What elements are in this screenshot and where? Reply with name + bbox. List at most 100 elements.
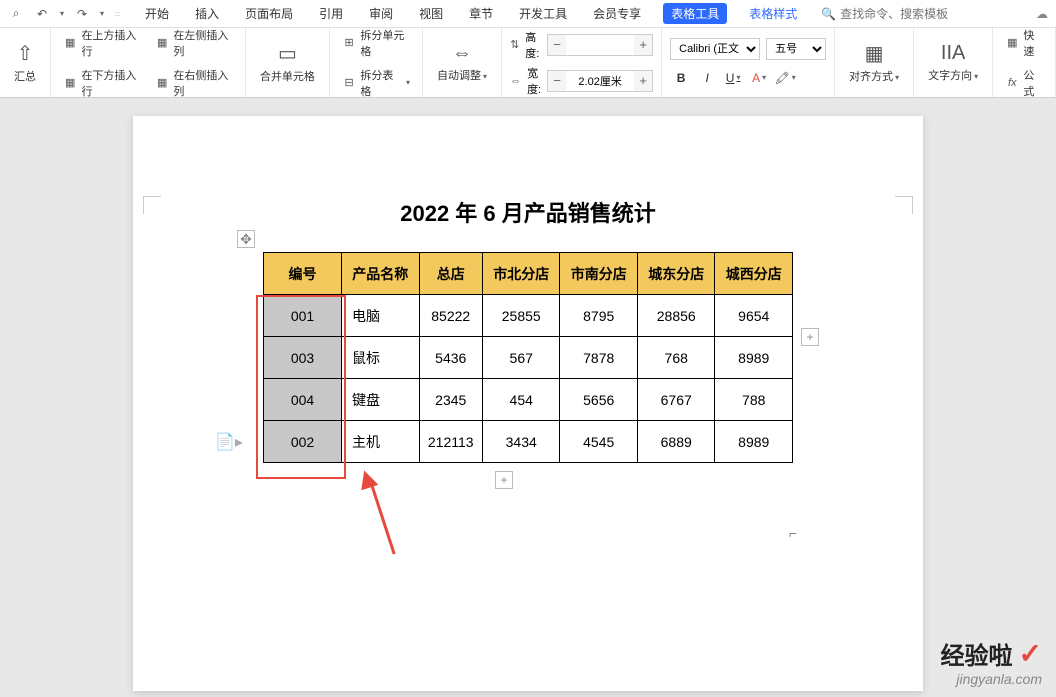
split-table-button[interactable]: ⊟拆分表格▾ xyxy=(338,65,414,101)
table-cell[interactable]: 28856 xyxy=(637,295,715,337)
tab-dev-tools[interactable]: 开发工具 xyxy=(515,3,571,24)
align-button[interactable]: ▦ 对齐方式▾ xyxy=(843,39,905,86)
th-id[interactable]: 编号 xyxy=(264,253,342,295)
add-row-button[interactable]: + xyxy=(801,328,819,346)
table-cell[interactable]: 567 xyxy=(482,337,560,379)
table-cell[interactable]: 004 xyxy=(264,379,342,421)
table-cell[interactable]: 85222 xyxy=(419,295,482,337)
table-cell[interactable]: 001 xyxy=(264,295,342,337)
find-icon[interactable]: ⌕ xyxy=(8,6,24,22)
document-title: 2022 年 6 月产品销售统计 xyxy=(133,196,923,228)
th-south[interactable]: 市南分店 xyxy=(560,253,638,295)
table-cell[interactable]: 电脑 xyxy=(342,295,420,337)
table-cell[interactable]: 4545 xyxy=(560,421,638,463)
col-left-icon: ▦ xyxy=(155,35,169,51)
table-cell[interactable]: 鼠标 xyxy=(342,337,420,379)
width-input[interactable] xyxy=(570,75,630,87)
th-north[interactable]: 市北分店 xyxy=(482,253,560,295)
font-name-select[interactable]: Calibri (正文) xyxy=(670,38,760,60)
table-header-row: 编号 产品名称 总店 市北分店 市南分店 城东分店 城西分店 xyxy=(264,253,793,295)
table-cell[interactable]: 键盘 xyxy=(342,379,420,421)
italic-button[interactable]: I xyxy=(696,68,718,88)
undo-icon[interactable]: ↶ xyxy=(34,6,50,22)
table-cell[interactable]: 788 xyxy=(715,379,793,421)
tab-table-tools[interactable]: 表格工具 xyxy=(663,3,727,24)
tab-references[interactable]: 引用 xyxy=(315,3,347,24)
width-increase[interactable]: + xyxy=(634,71,652,91)
tab-member[interactable]: 会员专享 xyxy=(589,3,645,24)
autofit-icon: ⇔ xyxy=(452,42,472,65)
tab-table-style[interactable]: 表格样式 xyxy=(745,3,801,24)
merge-cells-button[interactable]: ▭ 合并单元格 xyxy=(254,39,321,86)
summary-button[interactable]: ⇧ 汇总 xyxy=(8,39,42,86)
table-move-handle[interactable]: ✥ xyxy=(237,230,255,248)
height-input[interactable] xyxy=(570,39,630,51)
table-cell[interactable]: 8795 xyxy=(560,295,638,337)
table-cell[interactable]: 212113 xyxy=(419,421,482,463)
width-icon: ⇔ xyxy=(510,75,521,87)
table-cell[interactable]: 2345 xyxy=(419,379,482,421)
table-cell[interactable]: 5436 xyxy=(419,337,482,379)
table-cell[interactable]: 003 xyxy=(264,337,342,379)
text-dir-icon: IIA xyxy=(941,42,965,65)
data-table[interactable]: 编号 产品名称 总店 市北分店 市南分店 城东分店 城西分店 001电脑8522… xyxy=(263,252,793,463)
th-name[interactable]: 产品名称 xyxy=(342,253,420,295)
font-size-select[interactable]: 五号 xyxy=(766,38,826,60)
tab-start[interactable]: 开始 xyxy=(141,3,173,24)
add-col-button[interactable]: + xyxy=(495,471,513,489)
auto-fit-button[interactable]: ⇔ 自动调整▾ xyxy=(431,40,493,85)
search-input[interactable] xyxy=(840,7,960,21)
text-direction-button[interactable]: IIA 文字方向▾ xyxy=(922,40,984,85)
merge-label: 合并单元格 xyxy=(260,68,315,84)
table-cell[interactable]: 7878 xyxy=(560,337,638,379)
th-main[interactable]: 总店 xyxy=(419,253,482,295)
table-row: 002主机2121133434454568898989 xyxy=(264,421,793,463)
table-cell[interactable]: 9654 xyxy=(715,295,793,337)
height-decrease[interactable]: − xyxy=(548,35,566,55)
formula-button[interactable]: fx公式 xyxy=(1001,65,1047,101)
table-cell[interactable]: 6767 xyxy=(637,379,715,421)
highlight-button[interactable]: 🖍▾ xyxy=(774,68,796,88)
tab-review[interactable]: 审阅 xyxy=(365,3,397,24)
table-cell[interactable]: 3434 xyxy=(482,421,560,463)
quick-calc-button[interactable]: ▦快速 xyxy=(1001,25,1047,61)
watermark-text: 经验啦 xyxy=(941,636,1013,671)
height-increase[interactable]: + xyxy=(634,35,652,55)
row-above-icon: ▦ xyxy=(63,35,77,51)
table-cell[interactable]: 5656 xyxy=(560,379,638,421)
split-cells-button[interactable]: ⊞拆分单元格 xyxy=(338,25,414,61)
table-cell[interactable]: 25855 xyxy=(482,295,560,337)
table-cell[interactable]: 768 xyxy=(637,337,715,379)
table-resize-handle[interactable]: ⌐ xyxy=(789,525,803,539)
table-cell[interactable]: 002 xyxy=(264,421,342,463)
table-row: 003鼠标543656778787688989 xyxy=(264,337,793,379)
height-label: 高度: xyxy=(525,29,541,61)
th-east[interactable]: 城东分店 xyxy=(637,253,715,295)
table-cell[interactable]: 8989 xyxy=(715,421,793,463)
tab-chapter[interactable]: 章节 xyxy=(465,3,497,24)
search-box[interactable]: 🔍 xyxy=(821,7,960,21)
table-cell[interactable]: 6889 xyxy=(637,421,715,463)
redo-icon[interactable]: ↷ xyxy=(74,6,90,22)
table-cell[interactable]: 主机 xyxy=(342,421,420,463)
underline-button[interactable]: U▾ xyxy=(722,68,744,88)
width-label: 宽度: xyxy=(527,65,541,97)
page: 2022 年 6 月产品销售统计 ✥ 📄▸ 编号 产品名称 总店 市北分店 市南… xyxy=(133,116,923,691)
insert-col-right-button[interactable]: ▦在右侧插入列 xyxy=(151,65,237,101)
table-cell[interactable]: 8989 xyxy=(715,337,793,379)
font-color-button[interactable]: A▾ xyxy=(748,68,770,88)
insert-col-left-button[interactable]: ▦在左侧插入列 xyxy=(151,25,237,61)
merge-icon: ▭ xyxy=(278,41,297,66)
tab-page-layout[interactable]: 页面布局 xyxy=(241,3,297,24)
tab-view[interactable]: 视图 xyxy=(415,3,447,24)
page-side-icon[interactable]: 📄▸ xyxy=(215,432,243,452)
insert-row-above-button[interactable]: ▦在上方插入行 xyxy=(59,25,145,61)
th-west[interactable]: 城西分店 xyxy=(715,253,793,295)
tab-insert[interactable]: 插入 xyxy=(191,3,223,24)
bold-button[interactable]: B xyxy=(670,68,692,88)
table-cell[interactable]: 454 xyxy=(482,379,560,421)
watermark-url: jingyanla.com xyxy=(956,671,1042,687)
insert-row-below-button[interactable]: ▦在下方插入行 xyxy=(59,65,145,101)
cloud-icon[interactable]: ☁ xyxy=(1036,7,1048,21)
width-decrease[interactable]: − xyxy=(548,71,566,91)
